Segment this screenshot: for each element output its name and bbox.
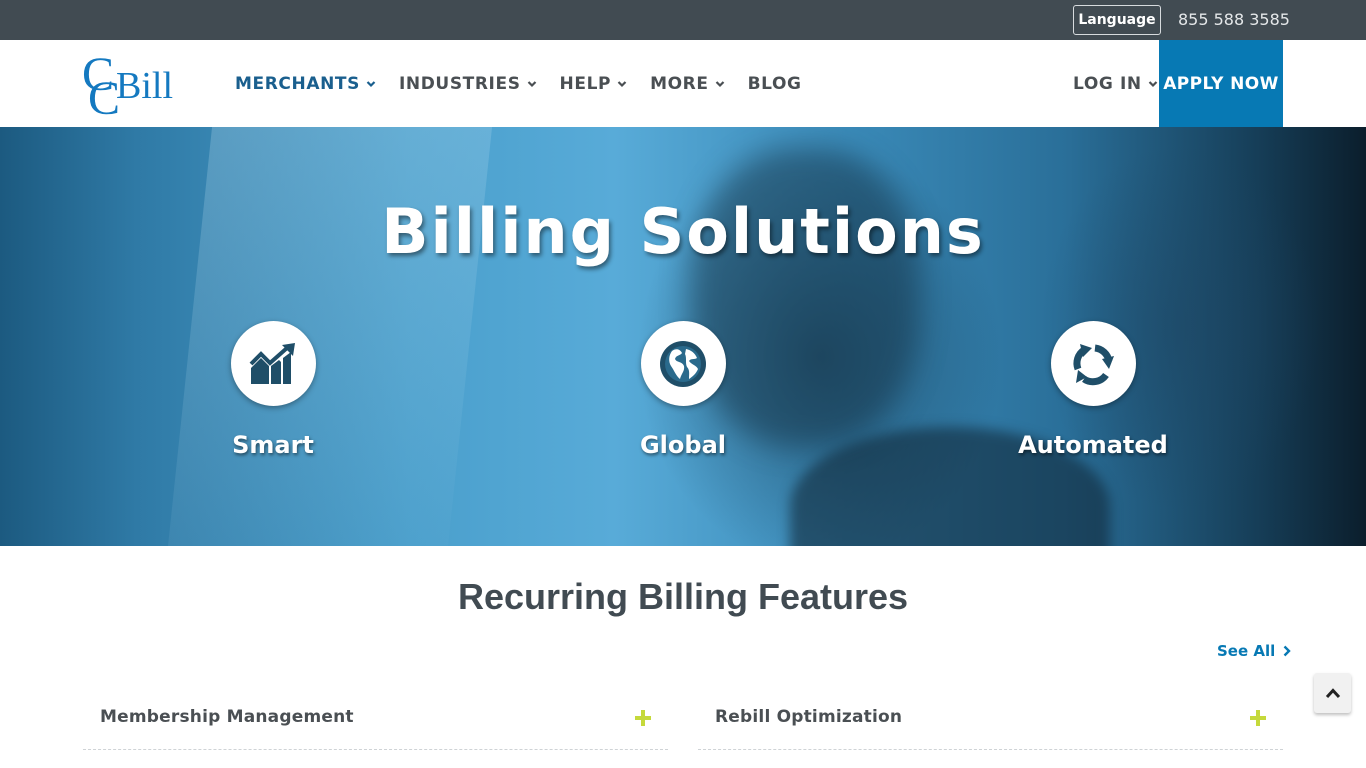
chevron-down-icon [617, 80, 627, 87]
chevron-right-icon [1283, 645, 1291, 657]
nav-blog-label: BLOG [747, 73, 802, 94]
feature-automated-label: Automated [1018, 431, 1168, 459]
feature-automated-circle [1050, 321, 1136, 406]
feature-smart-circle [230, 321, 316, 406]
feature-global-label: Global [639, 431, 726, 459]
scroll-to-top-button[interactable] [1314, 673, 1351, 713]
chevron-down-icon [1148, 80, 1157, 87]
feature-smart: Smart [173, 321, 373, 459]
accordion-rebill-optimization[interactable]: Rebill Optimization [698, 688, 1283, 750]
chart-growth-icon [249, 342, 295, 384]
nav-more[interactable]: MORE [650, 74, 724, 94]
main-header: C C Bill MERCHANTS INDUSTRIES HELP MORE … [0, 40, 1366, 127]
feature-global-circle [640, 321, 726, 406]
globe-icon [660, 340, 706, 387]
feature-global: Global [583, 321, 783, 459]
language-button[interactable]: Language [1073, 5, 1161, 35]
nav-merchants-label: MERCHANTS [235, 73, 360, 94]
primary-nav: MERCHANTS INDUSTRIES HELP MORE BLOG [235, 40, 825, 127]
chevron-down-icon [366, 80, 376, 87]
phone-number[interactable]: 855 588 3585 [1178, 0, 1290, 40]
nav-merchants[interactable]: MERCHANTS [235, 74, 376, 94]
accordion-membership-management[interactable]: Membership Management [83, 688, 668, 750]
accordion-title: Membership Management [100, 707, 354, 727]
recycle-arrows-icon [1073, 343, 1114, 385]
nav-industries-label: INDUSTRIES [398, 73, 521, 94]
accordion-title: Rebill Optimization [715, 707, 903, 727]
login-dropdown[interactable]: LOG IN [1073, 40, 1158, 127]
chevron-up-icon [1325, 688, 1340, 699]
apply-now-button[interactable]: APPLY NOW [1159, 40, 1283, 127]
nav-help-label: HELP [559, 73, 612, 94]
feature-automated: Automated [993, 321, 1193, 459]
chevron-down-icon [715, 80, 724, 87]
nav-help[interactable]: HELP [560, 74, 628, 94]
nav-blog[interactable]: BLOG [748, 74, 802, 94]
top-utility-bar: Language 855 588 3585 [0, 0, 1366, 40]
section-title: Recurring Billing Features [457, 576, 909, 617]
login-label: LOG IN [1073, 73, 1142, 94]
feature-smart-label: Smart [232, 431, 314, 459]
chevron-down-icon [527, 80, 536, 87]
plus-icon [635, 710, 651, 726]
plus-icon [1250, 710, 1266, 726]
hero-banner: Billing Solutions Smart Global Automated [0, 127, 1366, 546]
svg-text:Bill: Bill [116, 65, 173, 107]
nav-industries[interactable]: INDUSTRIES [399, 74, 537, 94]
see-all-link[interactable]: See All [1217, 642, 1291, 660]
nav-more-label: MORE [650, 73, 709, 94]
see-all-label: See All [1217, 642, 1276, 660]
hero-title: Billing Solutions [381, 195, 985, 268]
ccbill-logo[interactable]: C C Bill [82, 48, 186, 125]
